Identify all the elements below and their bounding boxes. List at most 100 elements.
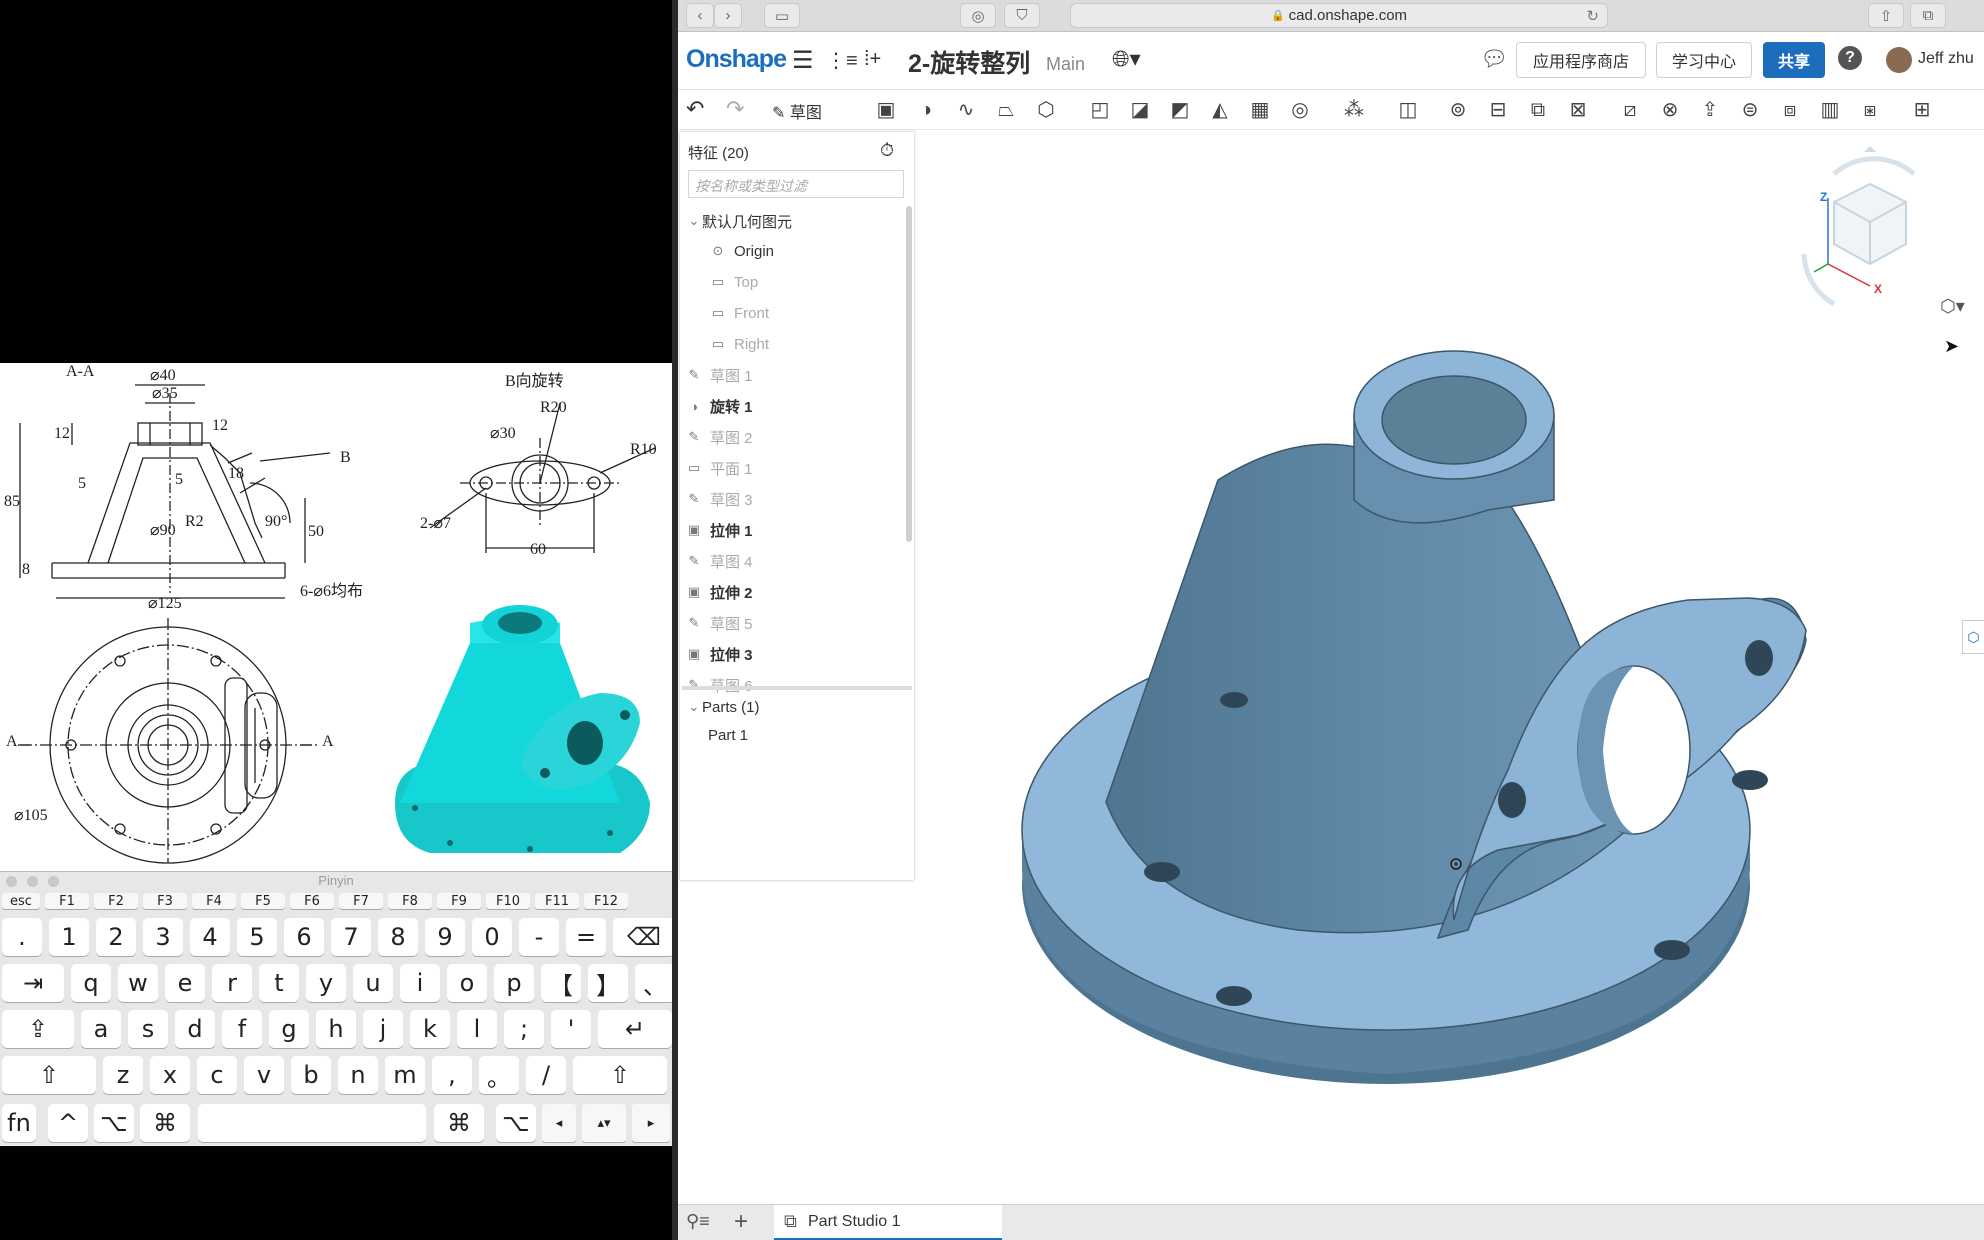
feature-item[interactable]: ✎ 草图 2 (680, 422, 904, 452)
tab-part-studio[interactable]: ⧉ Part Studio 1 (774, 1205, 1002, 1240)
undo-icon[interactable]: ↶ (686, 96, 704, 122)
key-frow-8[interactable]: F8 (388, 893, 432, 909)
key-row1-2[interactable]: 2 (96, 918, 136, 956)
key-row2-5[interactable]: t (259, 964, 299, 1002)
help-icon[interactable]: ? (1838, 46, 1862, 70)
key-row1-0[interactable]: . (2, 918, 42, 956)
thicken-icon[interactable]: ⬡ (1034, 98, 1058, 122)
sheet-metal-icon[interactable]: ▥ (1818, 98, 1842, 122)
variables-icon[interactable]: ⁞+ (864, 48, 881, 71)
chevron-down-icon[interactable]: ⌄ (686, 699, 702, 715)
frame-icon[interactable]: ⧆ (1858, 98, 1882, 122)
key-row4-5[interactable]: b (291, 1056, 331, 1094)
key-frow-9[interactable]: F9 (437, 893, 481, 909)
key-row5-0[interactable]: fn (2, 1104, 36, 1142)
chamfer-icon[interactable]: ◪ (1128, 98, 1152, 122)
feature-item[interactable]: ✎ 草图 4 (680, 546, 904, 576)
key-frow-5[interactable]: F5 (241, 893, 285, 909)
key-row4-4[interactable]: v (244, 1056, 284, 1094)
reader-button[interactable]: ◎ (960, 3, 996, 28)
graphics-area[interactable]: Z X ⬡▾ ➤ ⬡ 特征 (20) ⏱ 按名称或类型过滤 ⌄ 默认几何图元 ⊙… (678, 130, 1984, 1204)
key-row5-6[interactable]: ⌥ (496, 1104, 536, 1142)
key-frow-7[interactable]: F7 (339, 893, 383, 909)
key-row2-7[interactable]: u (353, 964, 393, 1002)
onshape-logo[interactable]: Onshape (686, 45, 787, 74)
key-row4-2[interactable]: x (150, 1056, 190, 1094)
key-row5-3[interactable]: ⌘ (140, 1104, 190, 1142)
key-row4-11[interactable]: ⇧ (573, 1056, 667, 1094)
key-row3-1[interactable]: a (81, 1010, 121, 1048)
feature-item[interactable]: ✎ 草图 5 (680, 608, 904, 638)
feature-item[interactable]: ⊙ Origin (680, 236, 904, 266)
view-cube[interactable]: Z X (1794, 144, 1934, 324)
share-sheet-button[interactable]: ⇧ (1868, 3, 1904, 28)
key-frow-3[interactable]: F3 (143, 893, 187, 909)
rollback-timer-icon[interactable]: ⏱ (880, 140, 894, 161)
reload-icon[interactable]: ↻ (1586, 7, 1599, 25)
fillet-icon[interactable]: ◰ (1088, 98, 1112, 122)
feature-item[interactable]: ▭ Right (680, 329, 904, 359)
key-row2-13[interactable]: 、 (635, 964, 675, 1002)
key-row5-9[interactable]: ▸ (632, 1104, 670, 1142)
avatar[interactable] (1886, 47, 1912, 73)
key-frow-10[interactable]: F10 (486, 893, 530, 909)
key-row1-8[interactable]: 8 (378, 918, 418, 956)
key-row4-1[interactable]: z (103, 1056, 143, 1094)
key-row3-3[interactable]: d (175, 1010, 215, 1048)
mirror-icon[interactable]: ◫ (1396, 98, 1420, 122)
modify-icon[interactable]: ⧄ (1618, 98, 1642, 122)
sweep-icon[interactable]: ∿ (954, 98, 978, 122)
key-row5-8[interactable]: ▴▾ (582, 1104, 626, 1142)
app-store-button[interactable]: 应用程序商店 (1516, 42, 1646, 78)
key-row5-7[interactable]: ◂ (542, 1104, 576, 1142)
key-row2-10[interactable]: p (494, 964, 534, 1002)
tab-manager-icon[interactable]: ⚲≡ (686, 1211, 710, 1232)
key-row1-4[interactable]: 4 (190, 918, 230, 956)
delete-part-icon[interactable]: ⊠ (1566, 98, 1590, 122)
key-row2-0[interactable]: ⇥ (2, 964, 64, 1002)
key-row2-9[interactable]: o (447, 964, 487, 1002)
key-row4-8[interactable]: , (432, 1056, 472, 1094)
branch-label[interactable]: Main (1046, 54, 1085, 75)
shell-icon[interactable]: ▦ (1248, 98, 1272, 122)
key-row3-11[interactable]: ' (551, 1010, 591, 1048)
feature-list-icon[interactable]: ⋮≡ (826, 48, 858, 73)
key-row3-5[interactable]: g (269, 1010, 309, 1048)
feature-item[interactable]: ◑ 旋转 1 (680, 391, 904, 421)
key-row4-3[interactable]: c (197, 1056, 237, 1094)
face-delete-icon[interactable]: ⊗ (1658, 98, 1682, 122)
sidebar-button[interactable]: ▭ (764, 3, 800, 28)
parts-divider[interactable] (682, 686, 912, 690)
loft-icon[interactable]: ⏢ (994, 98, 1018, 122)
privacy-button[interactable]: ⛉ (1004, 3, 1040, 28)
feature-item[interactable]: ✎ 草图 3 (680, 484, 904, 514)
key-row4-0[interactable]: ⇧ (2, 1056, 96, 1094)
key-frow-6[interactable]: F6 (290, 893, 334, 909)
key-row2-4[interactable]: r (212, 964, 252, 1002)
key-row3-7[interactable]: j (363, 1010, 403, 1048)
key-row2-6[interactable]: y (306, 964, 346, 1002)
split-icon[interactable]: ⊟ (1486, 98, 1510, 122)
key-row1-7[interactable]: 7 (331, 918, 371, 956)
key-row4-6[interactable]: n (338, 1056, 378, 1094)
rib-icon[interactable]: ◭ (1208, 98, 1232, 122)
key-row4-7[interactable]: m (385, 1056, 425, 1094)
key-row1-5[interactable]: 5 (237, 918, 277, 956)
key-row3-0[interactable]: ⇪ (2, 1010, 74, 1048)
key-row1-13[interactable]: ⌫ (613, 918, 675, 956)
key-row2-1[interactable]: q (71, 964, 111, 1002)
parts-group[interactable]: ⌄ Parts (1) (680, 692, 904, 722)
key-row2-3[interactable]: e (165, 964, 205, 1002)
key-frow-0[interactable]: esc (2, 893, 40, 909)
pattern-icon[interactable]: ⁂ (1342, 98, 1366, 122)
redo-icon[interactable]: ↷ (726, 96, 744, 122)
feature-item[interactable]: ▣ 拉伸 1 (680, 515, 904, 545)
feature-item[interactable]: ▭ Top (680, 267, 904, 297)
key-frow-2[interactable]: F2 (94, 893, 138, 909)
address-bar[interactable]: 🔒 cad.onshape.com ↻ (1070, 3, 1608, 28)
key-frow-1[interactable]: F1 (45, 893, 89, 909)
boolean-icon[interactable]: ⊚ (1446, 98, 1470, 122)
key-frow-4[interactable]: F4 (192, 893, 236, 909)
feature-item[interactable]: ▭ 平面 1 (680, 453, 904, 483)
key-row4-10[interactable]: / (526, 1056, 566, 1094)
